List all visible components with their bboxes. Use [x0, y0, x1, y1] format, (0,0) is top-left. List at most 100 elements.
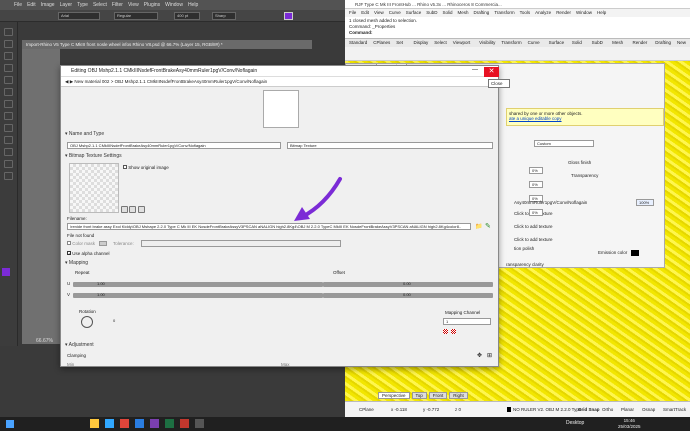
viewport-tab-right[interactable]: Right	[449, 392, 468, 399]
mapping-channel-select[interactable]: 1	[443, 318, 491, 325]
mapping-icon-1[interactable]	[443, 329, 448, 334]
grid-icon[interactable]	[137, 206, 145, 213]
marquee-tool-icon[interactable]	[4, 40, 13, 48]
close-button[interactable]: ✕	[484, 67, 499, 77]
rhino-tab-standard[interactable]: Standard	[349, 39, 367, 47]
eraser-tool-icon[interactable]	[4, 100, 13, 108]
status-grid-snap[interactable]: Grid Snap	[578, 407, 600, 412]
offset-u-value[interactable]: 0.00	[403, 281, 411, 286]
rhino-menu-drafting[interactable]: Drafting	[474, 9, 490, 17]
status-planar[interactable]: Planar	[621, 407, 634, 412]
crop-tool-icon[interactable]	[4, 64, 13, 72]
antialias-select[interactable]: Sharp	[212, 12, 236, 20]
texture-strength[interactable]: 100%	[636, 199, 654, 206]
explorer-icon[interactable]	[90, 419, 99, 428]
viewport-tab-top[interactable]: Top	[411, 392, 427, 399]
rhino-tab-display[interactable]: Display	[413, 39, 428, 47]
photoshop-canvas[interactable]	[22, 49, 60, 344]
text-tool-icon[interactable]	[4, 124, 13, 132]
offset-v-value[interactable]: 0.00	[403, 292, 411, 297]
font-size-field[interactable]: 400 pt	[174, 12, 200, 20]
ps-menu-edit[interactable]: Edit	[27, 2, 36, 8]
ps-menu-image[interactable]: Image	[41, 2, 55, 8]
foreground-color-swatch[interactable]	[2, 268, 10, 276]
rhino-tab-select[interactable]: Select	[434, 39, 447, 47]
transparency-add-texture[interactable]: Click to add texture	[514, 224, 553, 229]
section-name-type[interactable]: ▾ Name and Type	[61, 130, 498, 139]
section-adjustment[interactable]: ▾ Adjustment	[61, 341, 498, 350]
rhino-menu-analyze[interactable]: Analyze	[535, 9, 551, 17]
rhino-taskbar-icon[interactable]	[195, 419, 204, 428]
mapping-icon-2[interactable]	[451, 329, 456, 334]
shape-tool-icon[interactable]	[4, 148, 13, 156]
ps-menu-layer[interactable]: Layer	[60, 2, 73, 8]
rhino-menu-view[interactable]: View	[374, 9, 384, 17]
section-mapping[interactable]: ▾ Mapping	[61, 259, 498, 268]
environment-add-texture[interactable]: Click to add texture	[514, 237, 553, 242]
material-type-select[interactable]: Custom	[534, 140, 594, 147]
rhino-tab-curve-tools[interactable]: Curve Tools	[528, 39, 543, 53]
repeat-u-value[interactable]: 1.00	[97, 281, 105, 286]
rhino-menu-transform[interactable]: Transform	[494, 9, 514, 17]
edit-pencil-icon[interactable]: ✎	[485, 222, 491, 230]
ps-menu-filter[interactable]: Filter	[112, 2, 123, 8]
texture-preview[interactable]	[263, 90, 299, 128]
app-icon-6[interactable]	[165, 419, 174, 428]
rhino-tab-new-in-v8[interactable]: New in V8	[677, 39, 690, 53]
text-color-swatch[interactable]	[284, 12, 293, 20]
ps-menu-file[interactable]: File	[14, 2, 22, 8]
rotation-value[interactable]: 0	[113, 318, 115, 323]
rhino-tab-visibility[interactable]: Visibility	[479, 39, 495, 47]
refl-pct[interactable]: 0%	[529, 181, 543, 188]
ps-menu-select[interactable]: Select	[93, 2, 107, 8]
eyedropper-tool-icon[interactable]	[4, 76, 13, 84]
rhino-command-history[interactable]: 1 closed mesh added to selection. Comman…	[345, 17, 690, 39]
ps-menu-type[interactable]: Type	[77, 2, 88, 8]
back-arrow-icon[interactable]: ◀ ▶	[65, 79, 74, 84]
rhino-menu-surface[interactable]: Surface	[406, 9, 422, 17]
brush-tool-icon[interactable]	[4, 88, 13, 96]
make-unique-link[interactable]: ate a unique editable copy	[509, 116, 661, 121]
rhino-tab-cplanes[interactable]: CPlanes	[373, 39, 390, 47]
folder-icon[interactable]: 📁	[475, 223, 482, 230]
ps-menu-window[interactable]: Window	[165, 2, 183, 8]
use-alpha-row[interactable]: ✓ Use alpha channel	[67, 251, 110, 256]
move-icon[interactable]: ✥	[477, 352, 482, 359]
rhino-menu-mesh[interactable]: Mesh	[458, 9, 469, 17]
status-ortho[interactable]: Ortho	[602, 407, 613, 412]
rhino-menu-subd[interactable]: SubD	[426, 9, 437, 17]
rhino-tab-set-view[interactable]: Set View	[396, 39, 407, 53]
rhino-menu-render[interactable]: Render	[556, 9, 571, 17]
rhino-tab-viewport-layout[interactable]: Viewport Layout	[453, 39, 473, 53]
tolerance-slider[interactable]	[141, 240, 341, 247]
rhino-tab-render-tools[interactable]: Render Tools	[633, 39, 650, 53]
rhino-tab-transform[interactable]: Transform	[501, 39, 521, 47]
rotation-dial[interactable]	[81, 316, 93, 328]
rhino-tab-mesh-tools[interactable]: Mesh Tools	[612, 39, 626, 53]
rhino-menu-window[interactable]: Window	[576, 9, 592, 17]
repeat-v-value[interactable]: 1.00	[97, 292, 105, 297]
ps-menu-view[interactable]: View	[128, 2, 139, 8]
rhino-menu-help[interactable]: Help	[597, 9, 606, 17]
color-mask-row[interactable]: Color mask	[67, 241, 95, 246]
lasso-tool-icon[interactable]	[4, 52, 13, 60]
desktop-label[interactable]: Desktop	[566, 420, 584, 426]
rhino-menu-tools[interactable]: Tools	[520, 9, 531, 17]
rhino-tab-solid-tools[interactable]: Solid Tools	[572, 39, 586, 53]
photoshop-doc-tab[interactable]: Import-Rhino V5 Type C MkIII front nosle…	[22, 40, 312, 49]
bump-pct[interactable]: 0%	[529, 209, 543, 216]
qr-icon[interactable]	[121, 206, 128, 213]
rhino-tab-subd-tools[interactable]: SubD Tools	[592, 39, 607, 53]
mask-color-swatch[interactable]	[99, 241, 107, 246]
app-icon-7[interactable]	[180, 419, 189, 428]
color-mask-checkbox[interactable]	[67, 241, 71, 245]
status-smarttrack[interactable]: SmartTrack	[663, 407, 686, 412]
filename-input[interactable]: \renide front brake assy Exol Kiddy\OBJ …	[67, 223, 471, 230]
repeat-u-slider[interactable]	[73, 282, 323, 287]
move-tool-icon[interactable]	[4, 28, 13, 36]
rhino-menu-curve[interactable]: Curve	[389, 9, 401, 17]
texture-type-select[interactable]: Bitmap Texture	[287, 142, 493, 149]
rhino-tab-drafting[interactable]: Drafting	[655, 39, 671, 47]
font-family-select[interactable]: Arial	[58, 12, 100, 20]
rhino-tab-surface-tools[interactable]: Surface Tools	[549, 39, 566, 53]
